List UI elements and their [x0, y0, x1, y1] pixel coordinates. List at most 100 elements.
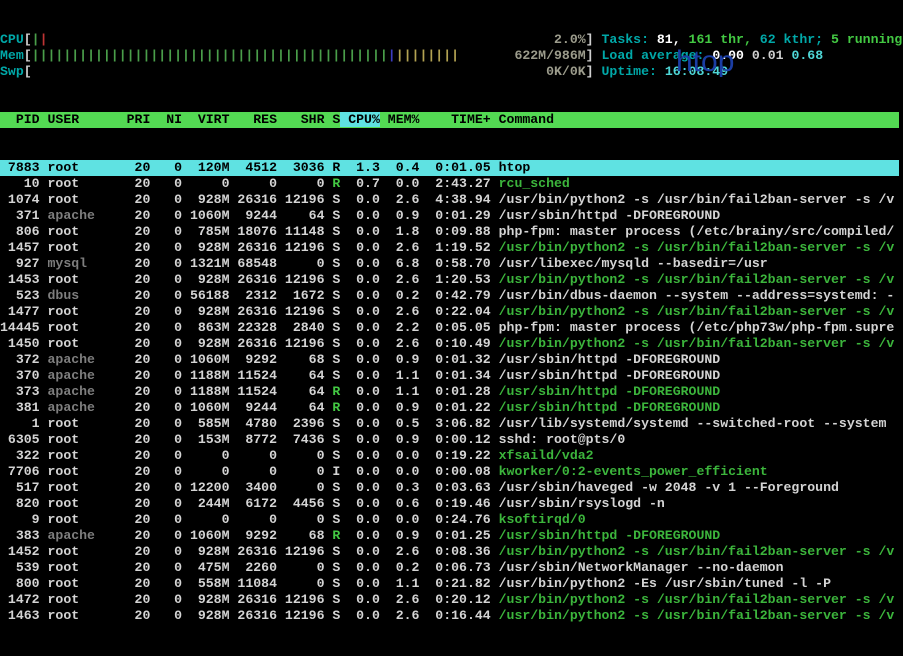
cell-cpu: 0.0 [340, 576, 380, 591]
process-row[interactable]: 10 root 20 0 0 0 0 R 0.7 0.0 2:43.27 rcu… [0, 176, 899, 192]
cell-pri: 20 [119, 224, 151, 239]
process-row[interactable]: 1463 root 20 0 928M 26316 12196 S 0.0 2.… [0, 608, 899, 624]
column-header-cpu[interactable]: CPU% [340, 112, 380, 127]
process-row[interactable]: 6305 root 20 0 153M 8772 7436 S 0.0 0.9 … [0, 432, 899, 448]
cell-user: root [40, 336, 119, 351]
cell-virt: 928M [182, 608, 229, 623]
column-header-mem[interactable]: MEM% [380, 112, 420, 127]
cell-command: rcu_sched [491, 176, 570, 191]
cell-cpu: 0.0 [340, 272, 380, 287]
cell-mem: 2.6 [380, 592, 420, 607]
process-row[interactable]: 322 root 20 0 0 0 0 S 0.0 0.0 0:19.22 xf… [0, 448, 899, 464]
process-row[interactable]: 372 apache 20 0 1060M 9292 68 S 0.0 0.9 … [0, 352, 899, 368]
column-header-virt[interactable]: VIRT [182, 112, 229, 127]
cell-time: 0:01.22 [419, 400, 490, 415]
process-row[interactable]: 1457 root 20 0 928M 26316 12196 S 0.0 2.… [0, 240, 899, 256]
cell-cpu: 0.0 [340, 208, 380, 223]
process-row[interactable]: 927 mysql 20 0 1321M 68548 0 S 0.0 6.8 0… [0, 256, 899, 272]
cell-state: R [324, 160, 340, 175]
cell-ni: 0 [150, 544, 182, 559]
htop-terminal: CPU[|| 2.0%] Tasks: 81, 161 thr, 62 kthr… [0, 0, 903, 518]
cell-user: root [40, 320, 119, 335]
column-header-pri[interactable]: PRI [119, 112, 151, 127]
cell-pri: 20 [119, 384, 151, 399]
process-row[interactable]: 14445 root 20 0 863M 22328 2840 S 0.0 2.… [0, 320, 899, 336]
cpu-meter-open-bracket: [ [24, 32, 32, 47]
cell-command: /usr/bin/dbus-daemon --system --address=… [491, 288, 895, 303]
process-row[interactable]: 383 apache 20 0 1060M 9292 68 R 0.0 0.9 … [0, 528, 899, 544]
process-table-header: PID USER PRI NI VIRT RES SHR S CPU% MEM%… [0, 112, 899, 128]
cpu-meter-red-ticks: | [40, 32, 48, 47]
column-header-time[interactable]: TIME+ [419, 112, 490, 127]
cell-state: S [324, 224, 340, 239]
process-row[interactable]: 539 root 20 0 475M 2260 0 S 0.0 0.2 0:06… [0, 560, 899, 576]
process-row[interactable]: 7883 root 20 0 120M 4512 3036 R 1.3 0.4 … [0, 160, 899, 176]
cell-time: 0:00.12 [419, 432, 490, 447]
cell-cpu: 0.0 [340, 512, 380, 527]
cell-ni: 0 [150, 192, 182, 207]
cell-time: 1:20.53 [419, 272, 490, 287]
cell-pid: 517 [0, 480, 40, 495]
cell-ni: 0 [150, 288, 182, 303]
process-row[interactable]: 9 root 20 0 0 0 0 S 0.0 0.0 0:24.76 ksof… [0, 512, 899, 528]
process-row[interactable]: 1 root 20 0 585M 4780 2396 S 0.0 0.5 3:0… [0, 416, 899, 432]
cell-command: /usr/lib/systemd/systemd --switched-root… [491, 416, 887, 431]
process-row[interactable]: 1453 root 20 0 928M 26316 12196 S 0.0 2.… [0, 272, 899, 288]
column-header-cmd[interactable]: Command [491, 112, 554, 127]
process-row[interactable]: 800 root 20 0 558M 11084 0 S 0.0 1.1 0:2… [0, 576, 899, 592]
column-header-res[interactable]: RES [230, 112, 277, 127]
process-row[interactable]: 1452 root 20 0 928M 26316 12196 S 0.0 2.… [0, 544, 899, 560]
cell-pid: 7883 [0, 160, 40, 175]
cell-res: 11524 [230, 368, 277, 383]
process-row[interactable]: 1074 root 20 0 928M 26316 12196 S 0.0 2.… [0, 192, 899, 208]
cell-command: /usr/sbin/haveged -w 2048 -v 1 --Foregro… [491, 480, 839, 495]
cell-mem: 0.2 [380, 560, 420, 575]
process-row[interactable]: 371 apache 20 0 1060M 9244 64 S 0.0 0.9 … [0, 208, 899, 224]
process-row[interactable]: 1477 root 20 0 928M 26316 12196 S 0.0 2.… [0, 304, 899, 320]
process-row[interactable]: 373 apache 20 0 1188M 11524 64 R 0.0 1.1… [0, 384, 899, 400]
process-row[interactable]: 7706 root 20 0 0 0 0 I 0.0 0.0 0:00.08 k… [0, 464, 899, 480]
process-row[interactable]: 820 root 20 0 244M 6172 4456 S 0.0 0.6 0… [0, 496, 899, 512]
cell-mem: 2.6 [380, 240, 420, 255]
cell-shr: 12196 [277, 240, 324, 255]
mem-meter-open-bracket: [ [24, 48, 32, 63]
cell-shr: 68 [277, 352, 324, 367]
cell-virt: 56188 [182, 288, 229, 303]
cell-state: S [324, 608, 340, 623]
cell-res: 26316 [230, 544, 277, 559]
cell-time: 0:42.79 [419, 288, 490, 303]
cell-pid: 6305 [0, 432, 40, 447]
column-header-s[interactable]: S [324, 112, 340, 127]
column-header-pid[interactable]: PID [0, 112, 40, 127]
process-row[interactable]: 370 apache 20 0 1188M 11524 64 S 0.0 1.1… [0, 368, 899, 384]
cell-pid: 1450 [0, 336, 40, 351]
cell-state: S [324, 304, 340, 319]
cell-user: root [40, 448, 119, 463]
cell-user: apache [40, 352, 119, 367]
cell-time: 0:01.28 [419, 384, 490, 399]
column-header-shr[interactable]: SHR [277, 112, 324, 127]
cell-virt: 863M [182, 320, 229, 335]
cell-res: 26316 [230, 240, 277, 255]
cell-time: 0:21.82 [419, 576, 490, 591]
column-header-ni[interactable]: NI [150, 112, 182, 127]
tasks-label: Tasks: [602, 32, 649, 47]
cell-virt: 0 [182, 464, 229, 479]
cell-res: 26316 [230, 304, 277, 319]
cell-res: 4780 [230, 416, 277, 431]
process-row[interactable]: 1472 root 20 0 928M 26316 12196 S 0.0 2.… [0, 592, 899, 608]
process-row[interactable]: 523 dbus 20 0 56188 2312 1672 S 0.0 0.2 … [0, 288, 899, 304]
cell-virt: 928M [182, 240, 229, 255]
swp-meter-value: 0K/0K [546, 64, 586, 79]
column-header-user[interactable]: USER [40, 112, 119, 127]
cell-state: S [324, 256, 340, 271]
uptime-label: Uptime: [602, 64, 657, 79]
cell-ni: 0 [150, 176, 182, 191]
process-row[interactable]: 381 apache 20 0 1060M 9244 64 R 0.0 0.9 … [0, 400, 899, 416]
process-row[interactable]: 517 root 20 0 12200 3400 0 S 0.0 0.3 0:0… [0, 480, 899, 496]
process-row[interactable]: 1450 root 20 0 928M 26316 12196 S 0.0 2.… [0, 336, 899, 352]
cell-ni: 0 [150, 432, 182, 447]
cell-user: root [40, 416, 119, 431]
process-row[interactable]: 806 root 20 0 785M 18076 11148 S 0.0 1.8… [0, 224, 899, 240]
cell-res: 26316 [230, 608, 277, 623]
